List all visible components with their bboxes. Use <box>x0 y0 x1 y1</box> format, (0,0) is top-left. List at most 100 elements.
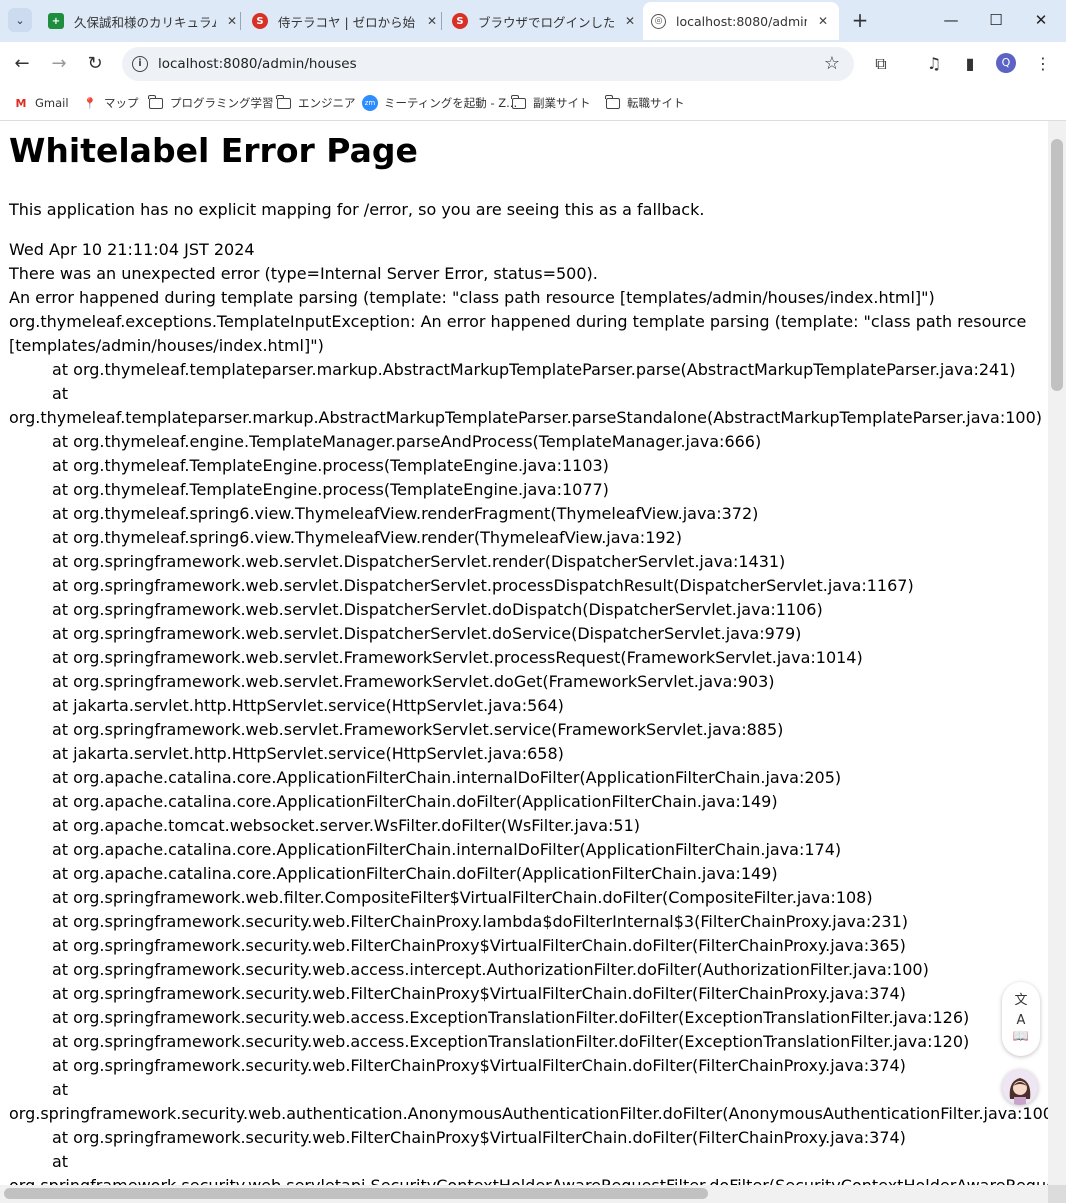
reload-icon: ↻ <box>87 53 103 74</box>
folder-icon <box>605 94 621 110</box>
stack-trace-line: [templates/admin/houses/index.html]") <box>9 336 324 355</box>
tab-strip: ⌄ + 久保誠和様のカリキュラム - ✕ S 侍テラコヤ | ゼロから始める ✕… <box>0 0 1066 42</box>
stack-trace-line: org.thymeleaf.exceptions.TemplateInputEx… <box>9 312 1027 331</box>
stack-trace-line: at org.springframework.security.web.Filt… <box>52 984 906 1003</box>
bookmarks-bar: M Gmail 📍 マップ プログラミング学習 エンジニア zm ミーティングを… <box>0 86 1066 121</box>
horizontal-scrollbar[interactable] <box>0 1185 1048 1203</box>
samurai-icon: S <box>252 13 268 29</box>
stack-trace-line: at org.thymeleaf.spring6.view.ThymeleafV… <box>52 504 759 523</box>
stack-trace-line: at org.springframework.web.servlet.Dispa… <box>52 576 914 595</box>
extensions-icon[interactable]: ⧉ <box>869 52 893 76</box>
forward-button[interactable]: → <box>47 52 71 76</box>
stack-trace-line: at org.springframework.web.filter.Compos… <box>52 888 873 907</box>
stack-trace-line: at <box>52 384 69 403</box>
stack-trace-line: at org.springframework.security.web.Filt… <box>52 936 906 955</box>
vertical-scrollbar[interactable] <box>1048 121 1066 1185</box>
site-info-icon[interactable]: i <box>132 56 148 72</box>
translate-icon[interactable]: 文A <box>1011 991 1031 1028</box>
close-icon[interactable]: ✕ <box>622 14 638 28</box>
girl-avatar-icon <box>1002 1069 1038 1105</box>
more-menu-icon[interactable]: ⋮ <box>1031 52 1055 76</box>
horizontal-scroll-thumb[interactable] <box>4 1188 708 1199</box>
bookmark-folder-engineer[interactable]: エンジニア <box>276 94 356 112</box>
tab-login-question[interactable]: S ブラウザでログインしたら「Wh ✕ <box>448 2 642 40</box>
bookmark-star-icon[interactable]: ☆ <box>824 53 840 74</box>
folder-icon <box>276 94 292 110</box>
stack-trace-line: at jakarta.servlet.http.HttpServlet.serv… <box>52 696 564 715</box>
tab-localhost[interactable]: ◎ localhost:8080/admin/ho ✕ <box>643 2 839 40</box>
close-window-button[interactable]: ✕ <box>1026 8 1056 32</box>
stack-trace-line: at org.springframework.web.servlet.Frame… <box>52 720 784 739</box>
bookmark-folder-programming[interactable]: プログラミング学習 <box>148 94 274 112</box>
stack-trace-line: at org.springframework.web.servlet.Dispa… <box>52 600 823 619</box>
folder-icon <box>511 94 527 110</box>
scrollbar-corner <box>1048 1185 1066 1203</box>
error-message: This application has no explicit mapping… <box>9 200 705 219</box>
stack-trace-line: at org.springframework.security.web.acce… <box>52 960 929 979</box>
close-icon[interactable]: ✕ <box>815 14 831 28</box>
arrow-right-icon: → <box>51 53 67 74</box>
stack-trace-line: at org.springframework.security.web.acce… <box>52 1008 970 1027</box>
tab-curriculum[interactable]: + 久保誠和様のカリキュラム - ✕ <box>44 2 244 40</box>
bookmark-maps[interactable]: 📍 マップ <box>82 94 138 112</box>
bookmark-zoom[interactable]: zm ミーティングを起動 - Z... <box>362 94 517 112</box>
close-icon[interactable]: ✕ <box>224 14 240 28</box>
stack-trace-line: at org.apache.catalina.core.ApplicationF… <box>52 792 778 811</box>
stack-trace: Wed Apr 10 21:11:04 JST 2024 There was an… <box>9 238 1048 1185</box>
globe-icon: ◎ <box>651 13 666 29</box>
gmail-icon: M <box>15 96 27 110</box>
stack-trace-line: at jakarta.servlet.http.HttpServlet.serv… <box>52 744 564 763</box>
stack-trace-line: There was an unexpected error (type=Inte… <box>9 264 598 283</box>
stack-trace-line: at org.apache.tomcat.websocket.server.Ws… <box>52 816 641 835</box>
stack-trace-line: at org.thymeleaf.templateparser.markup.A… <box>52 360 1016 379</box>
stack-trace-line: at org.springframework.web.servlet.Frame… <box>52 648 863 667</box>
address-bar[interactable]: i localhost:8080/admin/houses ☆ <box>122 47 854 81</box>
url-text[interactable]: localhost:8080/admin/houses <box>158 56 357 72</box>
bookmark-folder-job-change[interactable]: 転職サイト <box>605 94 685 112</box>
close-icon[interactable]: ✕ <box>424 14 440 28</box>
stack-trace-line: at org.springframework.web.servlet.Dispa… <box>52 624 802 643</box>
browser-toolbar: ← → ↻ i localhost:8080/admin/houses ☆ ⧉ … <box>0 42 1066 86</box>
plus-icon: + <box>851 8 869 32</box>
arrow-left-icon: ← <box>14 53 30 74</box>
media-controls-icon[interactable]: ♫ <box>922 52 946 76</box>
new-tab-button[interactable]: + <box>849 10 871 32</box>
stack-trace-line: at org.springframework.security.web.Filt… <box>52 1128 906 1147</box>
zoom-icon: zm <box>362 95 378 111</box>
assistant-avatar[interactable] <box>1002 1069 1038 1105</box>
stack-trace-line: org.springframework.security.web.servlet… <box>9 1174 1048 1185</box>
floating-tools-panel: 文A 📖 <box>1002 982 1040 1056</box>
sheets-icon: + <box>48 13 64 29</box>
stack-trace-line: at org.thymeleaf.engine.TemplateManager.… <box>52 432 762 451</box>
stack-trace-line: at org.thymeleaf.TemplateEngine.process(… <box>52 456 609 475</box>
tab-search-button[interactable]: ⌄ <box>8 8 32 32</box>
maps-icon: 📍 <box>83 96 97 110</box>
side-panel-icon[interactable]: ▮ <box>958 52 982 76</box>
page-content: Whitelabel Error Page This application h… <box>0 121 1048 1185</box>
book-icon[interactable]: 📖 <box>1011 1027 1031 1047</box>
tab-divider <box>441 12 442 30</box>
stack-trace-line: at org.thymeleaf.spring6.view.ThymeleafV… <box>52 528 682 547</box>
maximize-button[interactable]: ☐ <box>981 8 1011 32</box>
stack-trace-line: org.thymeleaf.templateparser.markup.Abst… <box>9 408 1042 427</box>
folder-icon <box>148 94 164 110</box>
stack-trace-line: at <box>52 1152 69 1171</box>
vertical-scroll-thumb[interactable] <box>1051 139 1063 391</box>
bookmark-folder-side-job[interactable]: 副業サイト <box>511 94 591 112</box>
page-title: Whitelabel Error Page <box>9 131 418 170</box>
profile-avatar[interactable]: Q <box>996 53 1016 73</box>
stack-trace-line: at org.springframework.security.web.Filt… <box>52 1056 906 1075</box>
samurai-icon: S <box>452 13 468 29</box>
stack-trace-line: An error happened during template parsin… <box>9 288 935 307</box>
stack-trace-line: Wed Apr 10 21:11:04 JST 2024 <box>9 240 255 259</box>
reload-button[interactable]: ↻ <box>83 52 107 76</box>
bookmark-gmail[interactable]: M Gmail <box>13 94 69 112</box>
tab-terakoya[interactable]: S 侍テラコヤ | ゼロから始める ✕ <box>248 2 444 40</box>
minimize-button[interactable]: — <box>936 8 966 32</box>
stack-trace-line: at org.springframework.security.web.Filt… <box>52 912 908 931</box>
back-button[interactable]: ← <box>10 52 34 76</box>
stack-trace-line: at org.apache.catalina.core.ApplicationF… <box>52 768 842 787</box>
stack-trace-line: at org.apache.catalina.core.ApplicationF… <box>52 864 778 883</box>
stack-trace-line: at org.springframework.web.servlet.Frame… <box>52 672 775 691</box>
stack-trace-line: at org.springframework.security.web.acce… <box>52 1032 970 1051</box>
